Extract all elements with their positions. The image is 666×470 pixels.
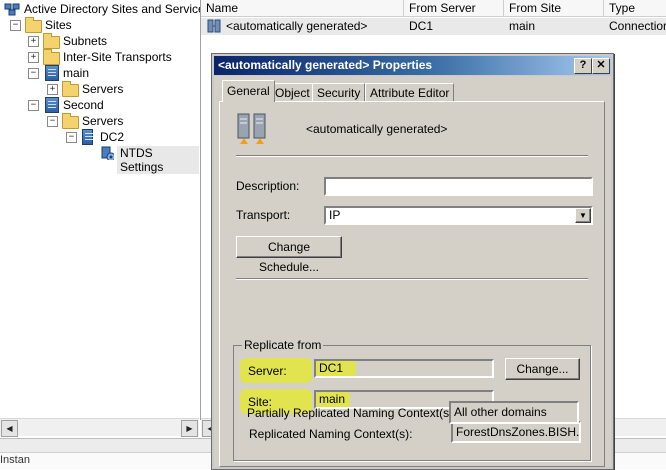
tree-item-second[interactable]: Second — [63, 98, 104, 112]
server-value: DC1 — [319, 361, 344, 375]
server-field: DC1 — [314, 359, 494, 378]
help-icon[interactable]: ? — [574, 58, 592, 74]
folder-icon — [43, 49, 60, 65]
change-schedule-button[interactable]: Change Schedule... — [236, 236, 342, 274]
column-header-type[interactable]: Type — [604, 0, 666, 17]
chevron-down-icon[interactable]: ▼ — [575, 208, 591, 223]
description-field[interactable] — [324, 177, 593, 196]
tab-attribute-editor[interactable]: Attribute Editor — [365, 83, 455, 102]
server-label: Server: — [248, 364, 287, 378]
folder-icon — [62, 81, 79, 97]
transport-select[interactable]: IP ▼ — [324, 206, 593, 225]
ad-sites-icon — [4, 3, 20, 16]
partially-replicated-naming-contexts-label: Partially Replicated Naming Context(s): — [247, 406, 457, 420]
replicated-naming-contexts-field: ForestDnsZones.BISH.CO — [451, 421, 581, 443]
ntds-settings-icon — [101, 146, 114, 160]
collapse-icon[interactable]: − — [28, 100, 39, 111]
separator — [236, 155, 588, 157]
description-label: Description: — [236, 179, 300, 193]
dialog-title: <automatically generated> Properties — [218, 58, 433, 72]
site-icon — [45, 65, 59, 81]
tree-item-inter-site-transports[interactable]: Inter-Site Transports — [63, 50, 172, 64]
scroll-right-icon[interactable]: ▶ — [181, 420, 198, 437]
expand-icon[interactable]: + — [28, 36, 39, 47]
expand-icon[interactable]: + — [47, 84, 58, 95]
tree-item-ntds-settings[interactable]: NTDS Settings — [117, 146, 199, 174]
cell-from-server: DC1 — [409, 19, 434, 33]
server-icon — [82, 129, 93, 145]
truncated-text: Instan — [0, 454, 30, 466]
cell-from-site: main — [509, 19, 536, 33]
scroll-left-icon[interactable]: ◀ — [1, 420, 18, 437]
folder-icon — [62, 113, 79, 129]
site-icon — [45, 97, 59, 113]
tree-item-sites[interactable]: Sites — [45, 18, 72, 32]
object-name: <automatically generated> — [306, 122, 448, 136]
tree-item-servers-second[interactable]: Servers — [82, 114, 123, 128]
tree-horizontal-scrollbar[interactable]: ◀ ▶ — [0, 418, 199, 437]
partially-replicated-naming-contexts-field: All other domains — [449, 401, 579, 424]
tab-general[interactable]: General — [222, 80, 275, 102]
folder-icon — [25, 17, 42, 33]
collapse-icon[interactable]: − — [66, 132, 77, 143]
tab-security[interactable]: Security — [312, 83, 366, 102]
tree-item-servers-main[interactable]: Servers — [82, 82, 123, 96]
replicated-naming-contexts-label: Replicated Naming Context(s): — [249, 427, 413, 441]
expand-icon[interactable]: + — [28, 52, 39, 63]
replicate-from-label: Replicate from — [242, 338, 324, 352]
collapse-icon[interactable]: − — [10, 20, 21, 31]
tree-root-label: Active Directory Sites and Services — [24, 2, 211, 16]
close-icon[interactable]: ✕ — [592, 58, 610, 74]
dialog-title-bar[interactable]: <automatically generated> Properties ? ✕ — [214, 56, 611, 75]
tab-object[interactable]: Object — [270, 83, 315, 102]
separator — [236, 278, 588, 280]
cell-type: Connection — [609, 19, 666, 33]
site-value: main — [319, 392, 346, 406]
tree-item-subnets[interactable]: Subnets — [63, 34, 107, 48]
cell-name: <automatically generated> — [226, 19, 368, 33]
console-tree: Active Directory Sites and Services − Si… — [0, 0, 211, 437]
change-button[interactable]: Change... — [505, 358, 580, 380]
column-header-from-site[interactable]: From Site — [504, 0, 604, 17]
folder-icon — [43, 33, 60, 49]
column-header-name[interactable]: Name — [201, 0, 404, 17]
tree-item-main[interactable]: main — [63, 66, 89, 80]
tree-item-dc2[interactable]: DC2 — [100, 130, 124, 144]
collapse-icon[interactable]: − — [28, 68, 39, 79]
connection-object-icon — [237, 113, 266, 144]
transport-label: Transport: — [236, 208, 291, 222]
tree-root[interactable]: Active Directory Sites and Services — [4, 1, 211, 17]
collapse-icon[interactable]: − — [47, 116, 58, 127]
transport-value: IP — [329, 208, 341, 222]
column-header-from-server[interactable]: From Server — [404, 0, 504, 17]
